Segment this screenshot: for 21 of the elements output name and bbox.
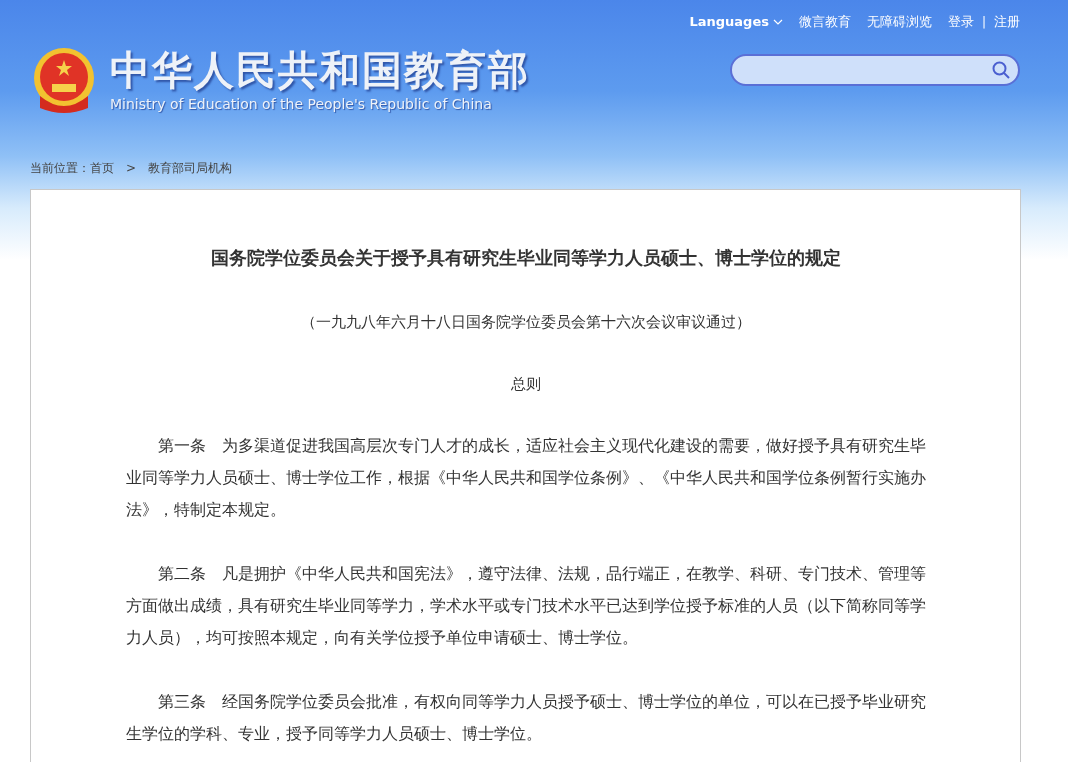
header-link[interactable]: 登录	[947, 12, 974, 32]
header-link[interactable]: 注册	[994, 12, 1020, 32]
article-paragraph: 第二条 凡是拥护《中华人民共和国宪法》，遵守法律、法规，品行端正，在教学、科研、专门技术、管理等方面做出成绩，具有研究生毕业同等学力，学术水平或专门技术水平已达到学位授予标准的人员（以下简称同等学力人员），均可按照本规定，向有关学位授予单位申请硕士、博士学位。	[125, 562, 926, 649]
search-icon[interactable]	[992, 60, 1010, 79]
article-paragraph: 第一条 为多渠道促进我国高层次专门人才的成长，适应社会主义现代化建设的需要，做好授予具有研究生毕业同等学力人员硕士、博士学位工作，根据《中华人民共和国学位条例》、《中华人民共和国学位条例暂行实施办法》，特制定本规定。	[125, 434, 926, 521]
header-link[interactable]: 微言教育	[798, 12, 851, 32]
article-title: 国务院学位委员会关于授予具有研究生毕业同等学力人员硕士、博士学位的规定	[210, 245, 841, 270]
breadcrumb-link[interactable]: 首页	[90, 158, 114, 177]
chevron-down-icon	[772, 17, 783, 26]
breadcrumb-link[interactable]: 教育部司局机构	[148, 158, 233, 177]
breadcrumb-label: 当前位置：	[30, 159, 90, 177]
section-heading: 总则	[510, 374, 541, 395]
languages-dropdown[interactable]: Languages	[689, 12, 783, 32]
site-subtitle: Ministry of Education of the People's Republic of China	[110, 94, 493, 114]
breadcrumb-separator: >	[126, 159, 137, 177]
header-link[interactable]: 无障碍浏览	[866, 12, 932, 32]
link-separator: |	[981, 13, 986, 31]
article-paragraph: 第三条 经国务院学位委员会批准，有权向同等学力人员授予硕士、博士学位的单位，可以在已授予毕业研究生学位的学科、专业，授予同等学力人员硕士、博士学位。	[125, 690, 926, 745]
article-note: （一九九八年六月十八日国务院学位委员会第十六次会议审议通过）	[300, 311, 751, 333]
search-field[interactable]	[730, 53, 1020, 86]
site-title: 中华人民共和国教育部	[110, 45, 530, 94]
